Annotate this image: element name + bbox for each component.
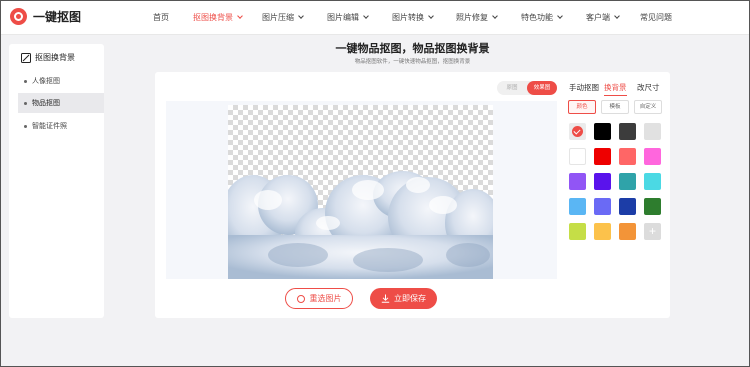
color-swatch[interactable] [569,198,586,215]
cloud-image [228,171,493,279]
page-title: 一键物品抠图，物品抠图换背景 [335,43,490,55]
chevron-down-icon [298,13,304,19]
sidebar-item-object[interactable]: 物品抠图 [18,93,104,113]
crop-icon [21,52,31,63]
color-swatch[interactable] [594,198,611,215]
tab-manual-cutout[interactable]: 手动抠图 [569,82,599,93]
add-color-button[interactable]: + [644,223,661,240]
reselect-image-button[interactable]: 重选图片 [285,288,353,309]
tab-change-background[interactable]: 换背景 [604,82,627,96]
top-header: 一键抠图 首页 抠图换背景 图片压缩 图片编辑 图片转换 照片修复 特色功能 客… [0,0,750,35]
toggle-original[interactable]: 原图 [497,81,527,95]
chevron-down-icon [492,13,498,19]
logo-icon [10,8,27,25]
nav-convert[interactable]: 图片转换 [392,12,434,23]
sidebar-title: 抠图换背景 [21,52,75,63]
color-swatch[interactable] [644,198,661,215]
save-button[interactable]: 立即保存 [370,288,437,309]
color-swatch[interactable] [569,223,586,240]
logo-text: 一键抠图 [33,10,82,24]
plus-icon: + [648,224,656,238]
chevron-down-icon [363,13,369,19]
nav-edit[interactable]: 图片编辑 [327,12,369,23]
sidebar: 抠图换背景 人像抠图 物品抠图 智能证件照 [9,44,104,318]
subtab-color[interactable]: 颜色 [568,100,596,114]
result-image[interactable] [228,105,493,279]
sidebar-item-portrait[interactable]: 人像抠图 [18,71,104,91]
view-toggle: 原图 效果图 [497,81,557,95]
color-swatch[interactable] [569,173,586,190]
nav-home[interactable]: 首页 [153,12,169,23]
check-icon [572,126,583,137]
toggle-result[interactable]: 效果图 [527,81,557,95]
subtab-custom[interactable]: 自定义 [634,100,662,114]
subtab-template[interactable]: 模板 [601,100,629,114]
nav-repair[interactable]: 照片修复 [456,12,498,23]
color-swatch[interactable] [594,123,611,140]
color-swatch[interactable] [619,198,636,215]
chevron-down-icon [237,13,243,19]
chevron-down-icon [614,13,620,19]
color-swatch[interactable] [619,223,636,240]
color-swatch[interactable] [619,123,636,140]
nav-features[interactable]: 特色功能 [521,12,563,23]
tab-resize[interactable]: 改尺寸 [637,82,660,93]
color-swatch[interactable] [619,148,636,165]
page-subtitle: 物品抠图软件，一键快速物品抠图，抠图换背景 [354,59,471,65]
chevron-down-icon [557,13,563,19]
circle-icon [296,294,305,303]
nav-client[interactable]: 客户端 [586,12,620,23]
nav-compress[interactable]: 图片压缩 [262,12,304,23]
color-swatch[interactable] [594,223,611,240]
nav-cutout-bg[interactable]: 抠图换背景 [193,12,243,23]
color-swatch[interactable] [569,148,586,165]
bullet-dot [24,124,27,128]
nav-faq[interactable]: 常见问题 [640,12,672,23]
download-icon [381,294,390,303]
color-swatch[interactable] [569,123,586,140]
color-swatch[interactable] [594,173,611,190]
chevron-down-icon [428,13,434,19]
color-swatch[interactable] [619,173,636,190]
bullet-dot [24,79,27,83]
color-swatch[interactable] [644,123,661,140]
logo[interactable]: 一键抠图 [10,8,81,25]
color-swatch[interactable] [644,148,661,165]
sidebar-item-id-photo[interactable]: 智能证件照 [18,116,104,136]
bullet-dot [24,101,27,105]
color-swatch[interactable] [594,148,611,165]
color-swatch[interactable] [644,173,661,190]
